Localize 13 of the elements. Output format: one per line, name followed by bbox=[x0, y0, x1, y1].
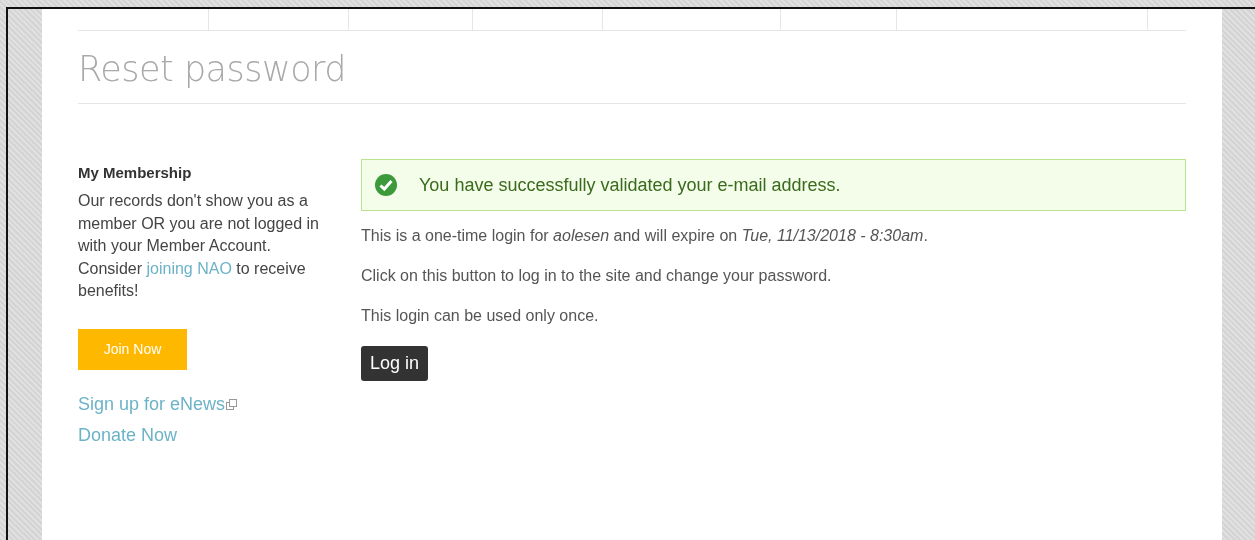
join-link[interactable]: joining NAO bbox=[146, 259, 232, 277]
membership-notice: Our records don't show you as a member OR you are not logged in with your Member Account. Consider joining NAO to receive benefits! bbox=[78, 191, 320, 301]
check-circle-icon bbox=[374, 173, 398, 197]
sidebar-heading: My Membership bbox=[78, 164, 193, 181]
join-now-button[interactable]: Join Now bbox=[78, 328, 187, 370]
info-text: This is a one-time login for aolesen and will expire on Tue, 11/13/2018 - 8:30am. bbox=[361, 227, 929, 245]
page-title: Reset password bbox=[78, 31, 1186, 104]
info-text: Click on this button to log in to the site and change your password. bbox=[361, 267, 833, 285]
info-text: This login can be used only once. bbox=[361, 307, 600, 325]
sidebar-link[interactable]: Sign up for eNews bbox=[78, 393, 238, 415]
sidebar-link[interactable]: Donate Now bbox=[78, 424, 178, 446]
success-message: You have successfully validated your e-mail address. bbox=[361, 159, 1186, 211]
log-in-button[interactable]: Log in bbox=[361, 346, 429, 381]
